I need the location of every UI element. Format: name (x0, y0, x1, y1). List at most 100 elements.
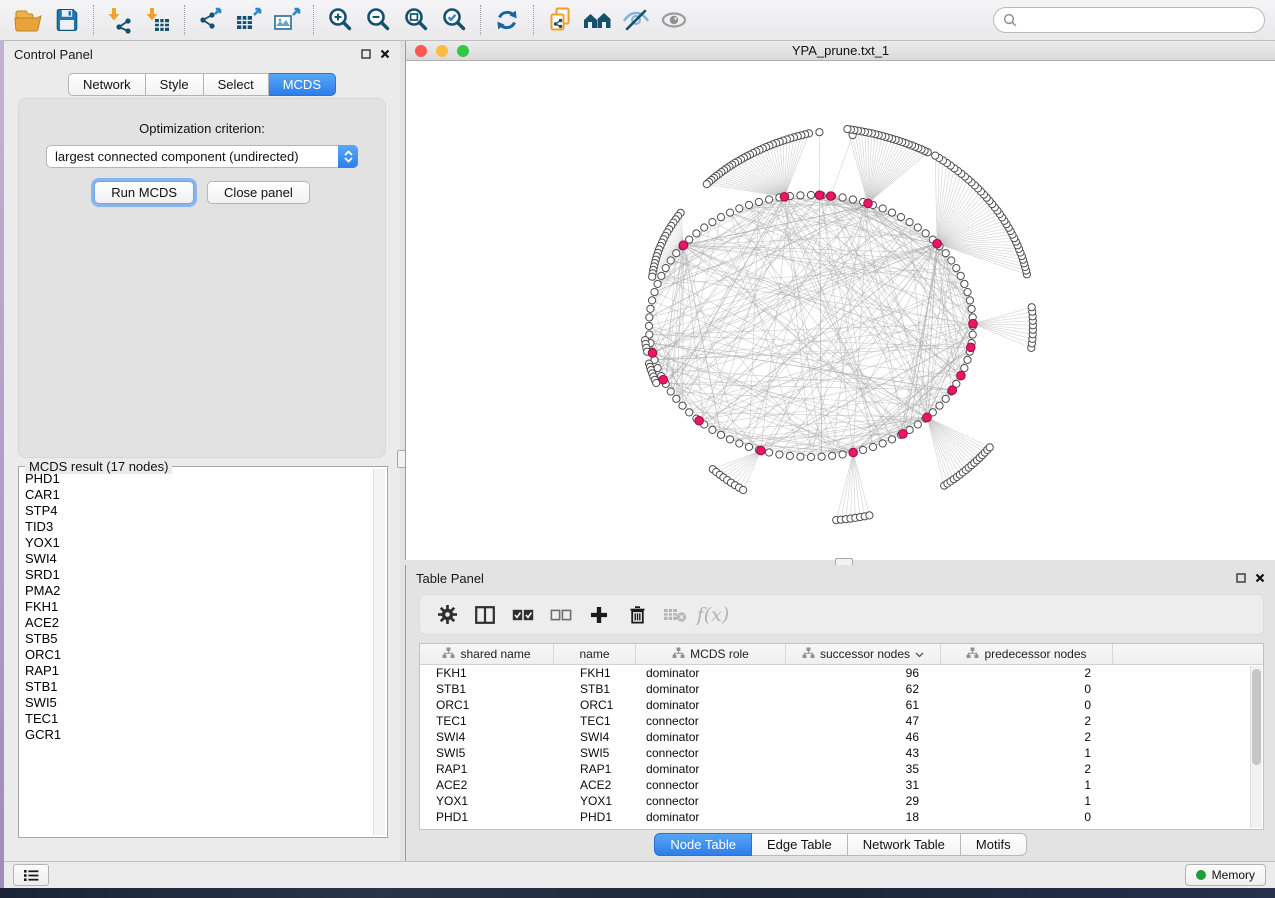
mcds-result-item[interactable]: SWI4 (25, 551, 373, 567)
import-network-icon[interactable] (101, 4, 139, 36)
add-column-icon[interactable] (580, 600, 618, 630)
tab-motifs[interactable]: Motifs (961, 833, 1027, 856)
table-toolbar: f(x) (419, 594, 1264, 635)
tab-mcds[interactable]: MCDS (269, 73, 336, 96)
open-folder-icon[interactable] (10, 4, 48, 36)
mcds-result-item[interactable]: GCR1 (25, 727, 373, 743)
import-table-icon[interactable] (139, 4, 177, 36)
run-mcds-button[interactable]: Run MCDS (94, 181, 194, 204)
zoom-out-icon[interactable] (359, 4, 397, 36)
table-row[interactable]: ORC1ORC1dominator610 (420, 697, 1251, 713)
first-neighbors-icon[interactable] (579, 4, 617, 36)
mcds-result-item[interactable]: TID3 (25, 519, 373, 535)
sort-caret-icon[interactable] (915, 647, 924, 661)
status-bar: Memory (4, 861, 1275, 888)
mcds-result-list[interactable]: PHD1CAR1STP4TID3YOX1SWI4SRD1PMA2FKH1ACE2… (21, 469, 373, 835)
mcds-result-item[interactable]: PMA2 (25, 583, 373, 599)
mcds-result-item[interactable]: PHD1 (25, 471, 373, 487)
table-panel-titlebar: Table Panel (406, 565, 1275, 591)
mcds-panel: Optimization criterion: largest connecte… (18, 98, 386, 458)
mcds-result-item[interactable]: RAP1 (25, 663, 373, 679)
table-row[interactable]: TEC1TEC1connector472 (420, 713, 1251, 729)
table-panel-title: Table Panel (416, 571, 1227, 586)
table-row[interactable]: YOX1YOX1connector291 (420, 793, 1251, 809)
close-panel-button[interactable]: Close panel (207, 181, 310, 204)
show-all-eye-icon[interactable] (655, 4, 693, 36)
mcds-result-item[interactable]: STB5 (25, 631, 373, 647)
mcds-result-scrollbar[interactable] (373, 469, 385, 835)
column-header-MCDS-role[interactable]: MCDS role (636, 644, 786, 664)
close-window-icon[interactable] (415, 45, 427, 57)
mcds-result-item[interactable]: TEC1 (25, 711, 373, 727)
table-row[interactable]: RAP1RAP1dominator352 (420, 761, 1251, 777)
export-network-icon[interactable] (192, 4, 230, 36)
tab-node-table[interactable]: Node Table (654, 833, 752, 856)
export-table-icon[interactable] (230, 4, 268, 36)
column-header-successor-nodes[interactable]: successor nodes (786, 644, 941, 664)
task-history-button[interactable] (13, 864, 49, 886)
refresh-layout-icon[interactable] (488, 4, 526, 36)
function-builder-icon: f(x) (694, 600, 732, 630)
search-field[interactable] (993, 7, 1265, 33)
tab-network[interactable]: Network (68, 73, 146, 96)
table-row[interactable]: ACE2ACE2connector311 (420, 777, 1251, 793)
table-panel: Table Panel (405, 565, 1275, 861)
tab-network-table[interactable]: Network Table (848, 833, 961, 856)
copy-style-icon[interactable] (541, 4, 579, 36)
toolbar-separator (533, 5, 534, 35)
float-panel-icon[interactable] (1236, 573, 1246, 583)
mcds-result-item[interactable]: CAR1 (25, 487, 373, 503)
cytoscape-window: Control Panel NetworkStyleSelectMCDS Opt… (0, 0, 1275, 888)
mcds-result-item[interactable]: FKH1 (25, 599, 373, 615)
zoom-in-icon[interactable] (321, 4, 359, 36)
mcds-result-item[interactable]: ACE2 (25, 615, 373, 631)
deselect-all-columns-icon[interactable] (542, 600, 580, 630)
column-header-shared-name[interactable]: shared name (420, 644, 554, 664)
minimize-window-icon[interactable] (436, 45, 448, 57)
column-header-predecessor-nodes[interactable]: predecessor nodes (941, 644, 1113, 664)
table-row[interactable]: PHD1PHD1dominator180 (420, 809, 1251, 825)
export-image-icon[interactable] (268, 4, 306, 36)
close-panel-icon[interactable] (380, 49, 390, 59)
hide-selected-eye-icon[interactable] (617, 4, 655, 36)
table-body: FKH1FKH1dominator962STB1STB1dominator620… (420, 665, 1251, 829)
mcds-result-item[interactable]: ORC1 (25, 647, 373, 663)
maximize-window-icon[interactable] (457, 45, 469, 57)
table-row[interactable]: FKH1FKH1dominator962 (420, 665, 1251, 681)
memory-button[interactable]: Memory (1185, 864, 1266, 886)
mcds-result-item[interactable]: YOX1 (25, 535, 373, 551)
shared-attribute-icon (672, 647, 685, 662)
settings-gear-icon[interactable] (428, 600, 466, 630)
mcds-result-item[interactable]: SRD1 (25, 567, 373, 583)
table-row[interactable]: STB1STB1dominator620 (420, 681, 1251, 697)
toolbar-separator (480, 5, 481, 35)
mcds-result-item[interactable]: SWI5 (25, 695, 373, 711)
save-icon[interactable] (48, 4, 86, 36)
scrollbar-thumb[interactable] (1252, 669, 1261, 765)
tab-select[interactable]: Select (204, 73, 269, 96)
search-input[interactable] (1023, 13, 1255, 28)
search-icon (1003, 13, 1017, 27)
delete-column-icon[interactable] (618, 600, 656, 630)
network-canvas[interactable] (406, 62, 1275, 560)
zoom-fit-icon[interactable] (397, 4, 435, 36)
control-panel: Control Panel NetworkStyleSelectMCDS Opt… (4, 41, 400, 861)
criterion-dropdown[interactable]: largest connected component (undirected) (46, 145, 358, 168)
split-column-icon[interactable] (466, 600, 504, 630)
float-panel-icon[interactable] (361, 49, 371, 59)
table-header-row: shared namenameMCDS rolesuccessor nodesp… (420, 644, 1263, 665)
table-row[interactable]: SWI5SWI5connector431 (420, 745, 1251, 761)
tab-edge-table[interactable]: Edge Table (752, 833, 848, 856)
select-all-columns-icon[interactable] (504, 600, 542, 630)
criterion-value: largest connected component (undirected) (47, 149, 339, 164)
table-tabs: Node TableEdge TableNetwork TableMotifs (406, 833, 1275, 856)
delete-table-icon (656, 600, 694, 630)
mcds-result-item[interactable]: STB1 (25, 679, 373, 695)
column-header-name[interactable]: name (554, 644, 636, 664)
mcds-result-item[interactable]: STP4 (25, 503, 373, 519)
tab-style[interactable]: Style (146, 73, 204, 96)
table-row[interactable]: SWI4SWI4dominator462 (420, 729, 1251, 745)
zoom-selected-icon[interactable] (435, 4, 473, 36)
close-panel-icon[interactable] (1255, 573, 1265, 583)
table-scrollbar[interactable] (1250, 666, 1262, 828)
